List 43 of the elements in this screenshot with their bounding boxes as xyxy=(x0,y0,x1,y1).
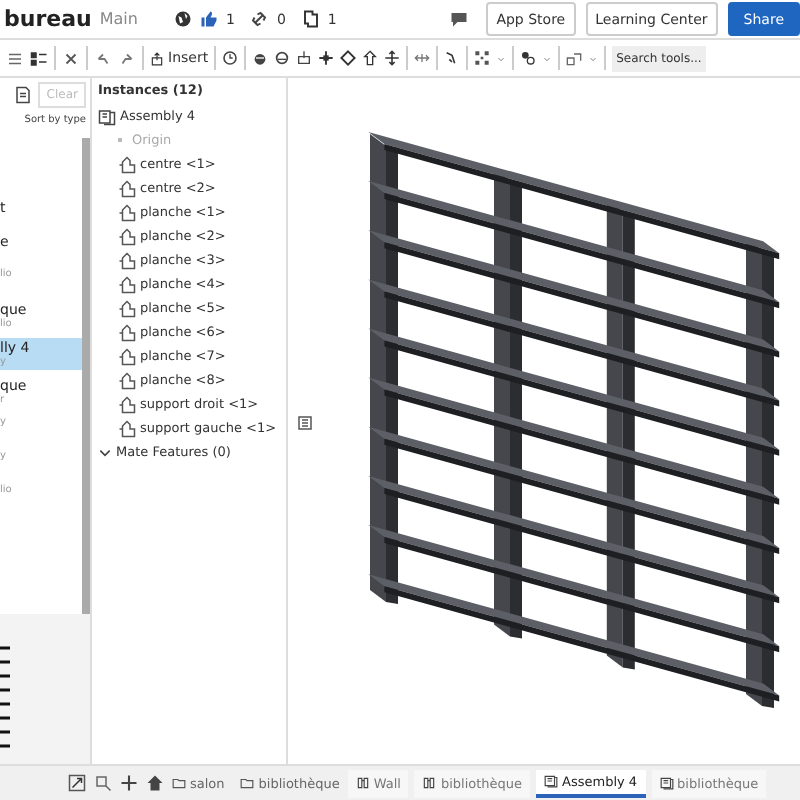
part-studio-icon xyxy=(355,776,370,790)
comment-icon[interactable] xyxy=(450,10,469,28)
assembly-icon xyxy=(544,774,559,788)
copy-icon[interactable] xyxy=(301,10,320,28)
part-icon xyxy=(118,323,136,341)
thumbs-up-icon[interactable] xyxy=(199,10,218,28)
dropdown-icon xyxy=(588,53,599,63)
part-icon xyxy=(118,251,136,269)
dropdown-icon xyxy=(496,53,507,63)
folder-icon xyxy=(172,776,186,790)
undo-icon[interactable] xyxy=(94,49,112,67)
part-icon xyxy=(118,227,136,245)
close-icon[interactable] xyxy=(62,49,80,67)
chevron-icon[interactable] xyxy=(98,445,112,459)
part-icon xyxy=(118,179,136,197)
part-icon xyxy=(118,347,136,365)
part-icon xyxy=(118,419,136,437)
document-icon[interactable] xyxy=(14,86,33,104)
home-icon[interactable] xyxy=(146,774,164,792)
detail-view-icon[interactable] xyxy=(30,49,48,67)
link-icon[interactable] xyxy=(250,10,269,28)
part-icon xyxy=(118,275,136,293)
document-title: bureau xyxy=(4,6,92,32)
assembly-icon xyxy=(659,776,674,790)
branch-name[interactable]: Main xyxy=(99,10,138,28)
folder-icon xyxy=(240,776,255,790)
fit-icon[interactable] xyxy=(68,774,86,792)
globe-icon[interactable] xyxy=(173,10,192,28)
add-icon[interactable] xyxy=(120,774,138,792)
part-studio-icon xyxy=(422,776,437,790)
clock-icon[interactable] xyxy=(222,50,239,66)
list-toggle-icon[interactable] xyxy=(296,414,314,432)
part-icon xyxy=(118,299,136,317)
redo-icon[interactable] xyxy=(118,49,136,67)
dropdown-icon xyxy=(542,53,553,63)
move-icon[interactable] xyxy=(384,50,401,66)
insert-icon xyxy=(150,51,164,65)
part-icon xyxy=(118,155,136,173)
list-view-icon[interactable] xyxy=(6,49,24,67)
part-icon xyxy=(118,203,136,221)
part-icon xyxy=(118,371,136,389)
part-icon xyxy=(118,395,136,413)
assembly-icon xyxy=(98,107,116,125)
